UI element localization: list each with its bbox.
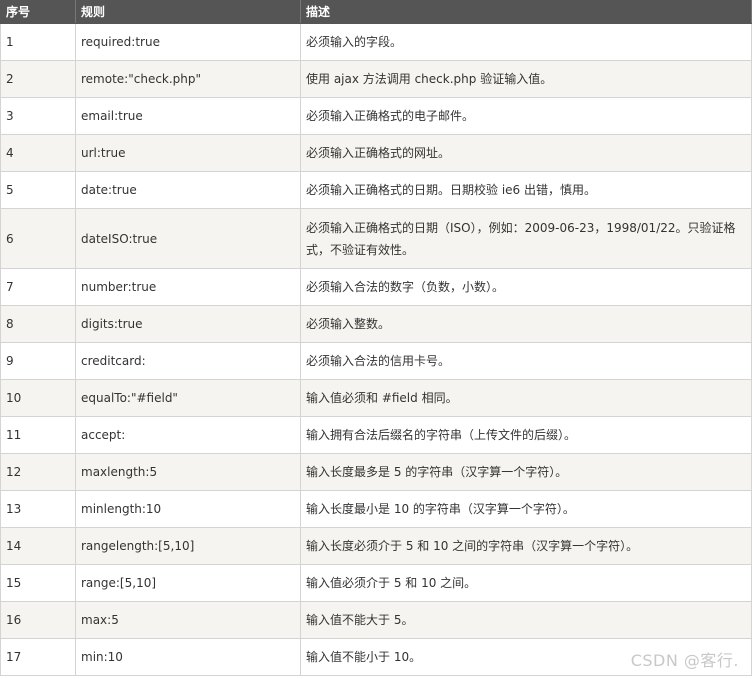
table-row: 8 digits:true 必须输入整数。 bbox=[0, 305, 752, 343]
table-row: 3 email:true 必须输入正确格式的电子邮件。 bbox=[0, 97, 752, 135]
cell-index: 2 bbox=[0, 60, 76, 98]
header-rule: 规则 bbox=[75, 0, 301, 24]
cell-index: 9 bbox=[0, 342, 76, 380]
table-row: 2 remote:"check.php" 使用 ajax 方法调用 check.… bbox=[0, 60, 752, 98]
cell-index: 12 bbox=[0, 453, 76, 491]
header-description: 描述 bbox=[300, 0, 752, 24]
cell-index: 14 bbox=[0, 527, 76, 565]
cell-description: 必须输入正确格式的日期（ISO），例如：2009-06-23，1998/01/2… bbox=[300, 208, 752, 269]
cell-rule: maxlength:5 bbox=[75, 453, 301, 491]
cell-index: 11 bbox=[0, 416, 76, 454]
cell-rule: rangelength:[5,10] bbox=[75, 527, 301, 565]
cell-description: 输入拥有合法后缀名的字符串（上传文件的后缀）。 bbox=[300, 416, 752, 454]
table-row: 16 max:5 输入值不能大于 5。 bbox=[0, 601, 752, 639]
cell-rule: number:true bbox=[75, 268, 301, 306]
cell-rule: dateISO:true bbox=[75, 208, 301, 269]
table-row: 6 dateISO:true 必须输入正确格式的日期（ISO），例如：2009-… bbox=[0, 208, 752, 269]
cell-index: 4 bbox=[0, 134, 76, 172]
cell-rule: digits:true bbox=[75, 305, 301, 343]
cell-index: 16 bbox=[0, 601, 76, 639]
cell-description: 输入长度最多是 5 的字符串（汉字算一个字符）。 bbox=[300, 453, 752, 491]
cell-rule: email:true bbox=[75, 97, 301, 135]
cell-rule: required:true bbox=[75, 23, 301, 61]
table-row: 4 url:true 必须输入正确格式的网址。 bbox=[0, 134, 752, 172]
cell-rule: range:[5,10] bbox=[75, 564, 301, 602]
table-row: 9 creditcard: 必须输入合法的信用卡号。 bbox=[0, 342, 752, 380]
cell-description: 必须输入正确格式的网址。 bbox=[300, 134, 752, 172]
cell-description: 输入值不能大于 5。 bbox=[300, 601, 752, 639]
table-row: 7 number:true 必须输入合法的数字（负数，小数）。 bbox=[0, 268, 752, 306]
cell-rule: accept: bbox=[75, 416, 301, 454]
cell-description: 必须输入的字段。 bbox=[300, 23, 752, 61]
cell-rule: creditcard: bbox=[75, 342, 301, 380]
watermark: CSDN @客行. bbox=[630, 651, 739, 670]
cell-rule: equalTo:"#field" bbox=[75, 379, 301, 417]
table-header-row: 序号 规则 描述 bbox=[0, 0, 752, 24]
cell-description: 输入长度必须介于 5 和 10 之间的字符串（汉字算一个字符）。 bbox=[300, 527, 752, 565]
cell-index: 1 bbox=[0, 23, 76, 61]
cell-rule: min:10 bbox=[75, 638, 301, 676]
cell-description: 必须输入正确格式的电子邮件。 bbox=[300, 97, 752, 135]
cell-description: 必须输入正确格式的日期。日期校验 ie6 出错，慎用。 bbox=[300, 171, 752, 209]
cell-description: 使用 ajax 方法调用 check.php 验证输入值。 bbox=[300, 60, 752, 98]
rules-table: 序号 规则 描述 1 required:true 必须输入的字段。 2 remo… bbox=[0, 0, 752, 676]
table-row: 14 rangelength:[5,10] 输入长度必须介于 5 和 10 之间… bbox=[0, 527, 752, 565]
cell-index: 7 bbox=[0, 268, 76, 306]
table-row: 10 equalTo:"#field" 输入值必须和 #field 相同。 bbox=[0, 379, 752, 417]
cell-index: 5 bbox=[0, 171, 76, 209]
cell-description: 输入长度最小是 10 的字符串（汉字算一个字符）。 bbox=[300, 490, 752, 528]
cell-description: 必须输入合法的信用卡号。 bbox=[300, 342, 752, 380]
cell-index: 8 bbox=[0, 305, 76, 343]
table-row: 15 range:[5,10] 输入值必须介于 5 和 10 之间。 bbox=[0, 564, 752, 602]
cell-description: 必须输入整数。 bbox=[300, 305, 752, 343]
cell-index: 17 bbox=[0, 638, 76, 676]
cell-index: 3 bbox=[0, 97, 76, 135]
cell-index: 15 bbox=[0, 564, 76, 602]
table-row: 13 minlength:10 输入长度最小是 10 的字符串（汉字算一个字符）… bbox=[0, 490, 752, 528]
table-row: 5 date:true 必须输入正确格式的日期。日期校验 ie6 出错，慎用。 bbox=[0, 171, 752, 209]
cell-description: 必须输入合法的数字（负数，小数）。 bbox=[300, 268, 752, 306]
cell-rule: url:true bbox=[75, 134, 301, 172]
cell-index: 6 bbox=[0, 208, 76, 269]
cell-rule: max:5 bbox=[75, 601, 301, 639]
cell-rule: date:true bbox=[75, 171, 301, 209]
cell-index: 10 bbox=[0, 379, 76, 417]
cell-rule: minlength:10 bbox=[75, 490, 301, 528]
table-row: 12 maxlength:5 输入长度最多是 5 的字符串（汉字算一个字符）。 bbox=[0, 453, 752, 491]
cell-index: 13 bbox=[0, 490, 76, 528]
cell-description: 输入值必须和 #field 相同。 bbox=[300, 379, 752, 417]
table-row: 11 accept: 输入拥有合法后缀名的字符串（上传文件的后缀）。 bbox=[0, 416, 752, 454]
header-index: 序号 bbox=[0, 0, 76, 24]
table-row: 1 required:true 必须输入的字段。 bbox=[0, 23, 752, 61]
cell-rule: remote:"check.php" bbox=[75, 60, 301, 98]
cell-description: 输入值必须介于 5 和 10 之间。 bbox=[300, 564, 752, 602]
